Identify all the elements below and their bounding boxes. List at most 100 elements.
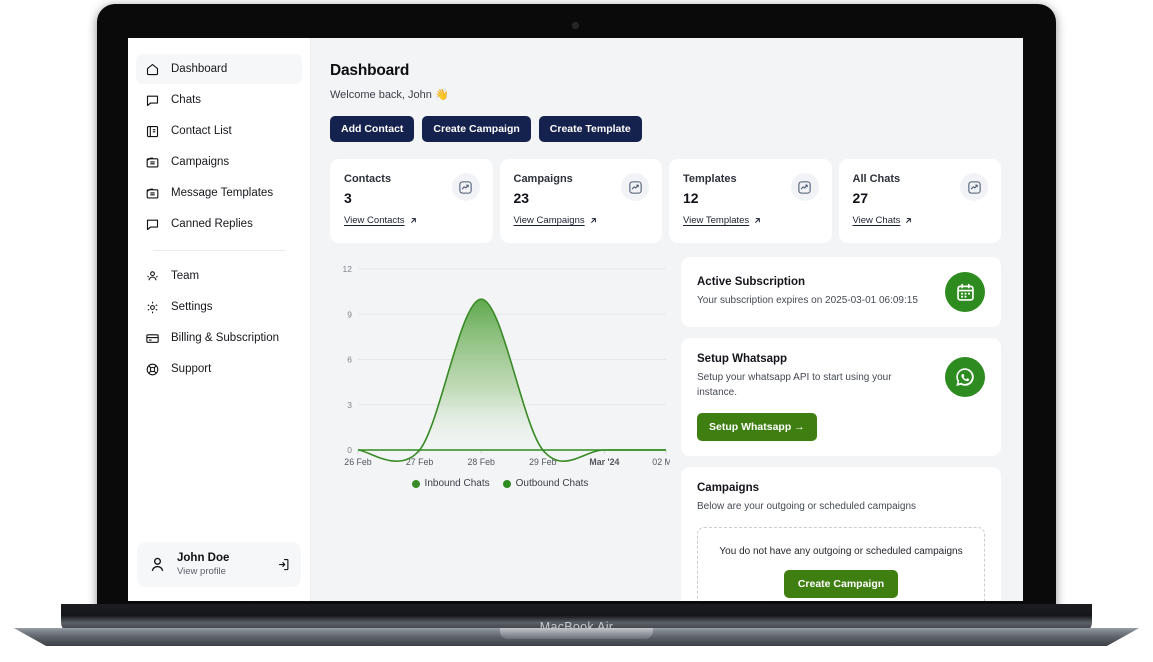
campaign-folder-icon: [145, 155, 160, 170]
sidebar-item-label: Team: [171, 270, 199, 282]
view-contacts-link[interactable]: View Contacts: [344, 215, 418, 226]
stat-link-label: View Templates: [683, 215, 749, 226]
stat-card-templates: Templates 12 View Templates: [669, 159, 832, 243]
create-campaign-button[interactable]: Create Campaign: [422, 116, 530, 142]
sidebar-item-label: Billing & Subscription: [171, 332, 279, 344]
sidebar-item-settings[interactable]: Settings: [136, 292, 302, 322]
chat-bubble-icon: [145, 217, 160, 232]
chart-legend: Inbound Chats Outbound Chats: [330, 478, 670, 489]
stat-icon-badge: [960, 173, 988, 201]
create-template-button[interactable]: Create Template: [539, 116, 642, 142]
subscription-title: Active Subscription: [697, 276, 918, 288]
stat-value: 12: [683, 190, 762, 206]
campaigns-empty-message: You do not have any outgoing or schedule…: [708, 546, 974, 557]
profile-name: John Doe: [177, 551, 266, 565]
legend-label: Outbound Chats: [516, 478, 589, 489]
stat-link-label: View Contacts: [344, 215, 405, 226]
sidebar-divider: [153, 250, 285, 251]
whatsapp-description: Setup your whatsapp API to start using y…: [697, 371, 933, 400]
arrow-up-right-icon: [904, 216, 913, 225]
whatsapp-button-wrap: Setup Whatsapp →: [697, 413, 985, 441]
stat-label: Contacts: [344, 173, 418, 185]
stat-link-label: View Chats: [853, 215, 901, 226]
whatsapp-row: Setup Whatsapp Setup your whatsapp API t…: [697, 353, 985, 400]
svg-text:Mar '24: Mar '24: [589, 457, 619, 467]
subscription-row: Active Subscription Your subscription ex…: [697, 272, 985, 312]
stat-icon-badge: [621, 173, 649, 201]
sidebar-item-support[interactable]: Support: [136, 354, 302, 384]
lower-region: 036912 26 Feb27 Feb28 Feb29 FebMar '2402…: [330, 257, 1001, 601]
logout-icon[interactable]: [276, 557, 291, 572]
laptop-notch: [500, 628, 653, 639]
view-templates-link[interactable]: View Templates: [683, 215, 762, 226]
user-profile-card[interactable]: John Doe View profile: [137, 542, 301, 587]
page-title: Dashboard: [330, 62, 1001, 80]
lifebuoy-icon: [145, 362, 160, 377]
stat-label: Templates: [683, 173, 762, 185]
stat-icon-badge: [791, 173, 819, 201]
legend-item-outbound[interactable]: Outbound Chats: [503, 478, 589, 489]
legend-item-inbound[interactable]: Inbound Chats: [412, 478, 490, 489]
active-subscription-card: Active Subscription Your subscription ex…: [681, 257, 1001, 327]
chart-canvas: 036912 26 Feb27 Feb28 Feb29 FebMar '2402…: [330, 257, 670, 475]
whatsapp-icon-badge: [945, 357, 985, 397]
legend-swatch: [503, 480, 511, 488]
stat-link-label: View Campaigns: [514, 215, 585, 226]
sidebar: Dashboard Chats Contact List: [128, 38, 311, 601]
stat-value: 23: [514, 190, 598, 206]
whatsapp-title: Setup Whatsapp: [697, 353, 933, 365]
sidebar-item-campaigns[interactable]: Campaigns: [136, 147, 302, 177]
sidebar-item-label: Contact List: [171, 125, 232, 137]
campaigns-card: Campaigns Below are your outgoing or sch…: [681, 467, 1001, 601]
profile-subtitle: View profile: [177, 566, 266, 578]
stat-card-text: Campaigns 23 View Campaigns: [514, 173, 598, 228]
sidebar-item-billing[interactable]: Billing & Subscription: [136, 323, 302, 353]
stat-card-text: All Chats 27 View Chats: [853, 173, 914, 228]
whatsapp-text: Setup Whatsapp Setup your whatsapp API t…: [697, 353, 933, 400]
sidebar-item-team[interactable]: Team: [136, 261, 302, 291]
stat-card-text: Contacts 3 View Contacts: [344, 173, 418, 228]
main-content: Dashboard Welcome back, John 👋 Add Conta…: [311, 38, 1023, 601]
campaigns-subtitle: Below are your outgoing or scheduled cam…: [697, 500, 985, 515]
sidebar-item-contact-list[interactable]: Contact List: [136, 116, 302, 146]
add-contact-button[interactable]: Add Contact: [330, 116, 414, 142]
chart-column: 036912 26 Feb27 Feb28 Feb29 FebMar '2402…: [330, 257, 670, 601]
view-chats-link[interactable]: View Chats: [853, 215, 914, 226]
create-campaign-empty-button[interactable]: Create Campaign: [784, 570, 898, 598]
action-button-row: Add Contact Create Campaign Create Templ…: [330, 116, 1001, 142]
screen-viewport: Dashboard Chats Contact List: [128, 38, 1023, 601]
setup-whatsapp-button[interactable]: Setup Whatsapp →: [697, 413, 817, 441]
svg-text:3: 3: [347, 400, 352, 410]
sidebar-item-label: Canned Replies: [171, 218, 253, 230]
trend-up-icon: [628, 180, 643, 195]
setup-whatsapp-card: Setup Whatsapp Setup your whatsapp API t…: [681, 338, 1001, 456]
arrow-up-right-icon: [589, 216, 598, 225]
credit-card-icon: [145, 331, 160, 346]
svg-text:0: 0: [347, 445, 352, 455]
campaigns-title: Campaigns: [697, 482, 985, 494]
template-folder-icon: [145, 186, 160, 201]
chat-bubble-icon: [145, 93, 160, 108]
stat-card-row: Contacts 3 View Contacts: [330, 159, 1001, 243]
sidebar-item-label: Message Templates: [171, 187, 273, 199]
view-campaigns-link[interactable]: View Campaigns: [514, 215, 598, 226]
stat-card-contacts: Contacts 3 View Contacts: [330, 159, 493, 243]
trend-up-icon: [967, 180, 982, 195]
svg-text:26 Feb: 26 Feb: [344, 457, 371, 467]
svg-text:12: 12: [343, 264, 353, 274]
sidebar-item-chats[interactable]: Chats: [136, 85, 302, 115]
sidebar-item-dashboard[interactable]: Dashboard: [136, 54, 302, 84]
sidebar-nav-primary: Dashboard Chats Contact List: [128, 38, 310, 385]
trend-up-icon: [458, 180, 473, 195]
stat-card-all-chats: All Chats 27 View Chats: [839, 159, 1002, 243]
sidebar-profile-area: John Doe View profile: [128, 542, 310, 601]
calendar-icon-badge: [945, 272, 985, 312]
svg-text:02 Mar: 02 Mar: [652, 457, 670, 467]
chats-area-chart: 036912 26 Feb27 Feb28 Feb29 FebMar '2402…: [330, 257, 670, 492]
sidebar-item-canned-replies[interactable]: Canned Replies: [136, 209, 302, 239]
sidebar-item-message-templates[interactable]: Message Templates: [136, 178, 302, 208]
whatsapp-icon: [953, 365, 977, 389]
laptop-mockup: Dashboard Chats Contact List: [0, 0, 1153, 662]
sidebar-item-label: Support: [171, 363, 211, 375]
sidebar-item-label: Dashboard: [171, 63, 227, 75]
